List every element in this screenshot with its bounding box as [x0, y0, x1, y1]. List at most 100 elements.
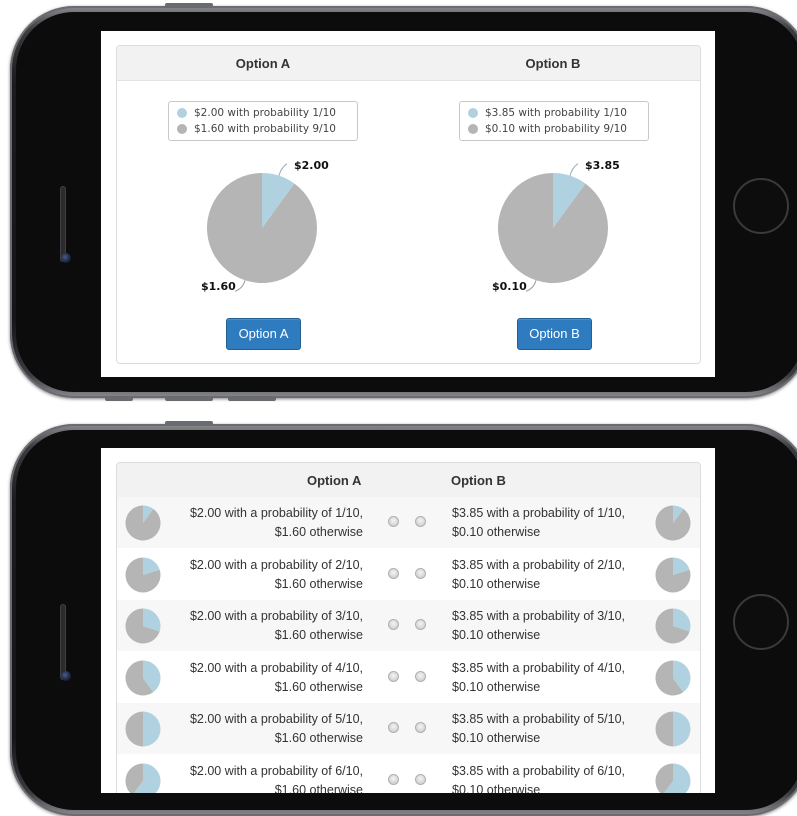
legend-label: $1.60 with probability 9/10 [194, 123, 336, 135]
pie-label-high: $3.85 [585, 161, 620, 172]
option-b-mini-pie [655, 660, 691, 695]
pie-leader-line [234, 280, 246, 292]
list-row: $2.00 with a probability of 5/10, $1.60 o… [117, 703, 700, 754]
phone-volume-button [165, 3, 213, 8]
option-a-line2: $1.60 otherwise [274, 628, 363, 642]
screen-choice-list: Option A Option B $2.00 with a probabili… [101, 448, 715, 793]
list-row: $2.00 with a probability of 1/10, $1.60 o… [117, 497, 700, 548]
option-a-line1: $2.00 with a probability of 5/10, [189, 712, 363, 726]
option-b-radio[interactable] [415, 670, 426, 682]
option-a-line2: $1.60 otherwise [274, 679, 363, 694]
option-a-radio[interactable] [388, 773, 399, 785]
pie-leader-line [525, 280, 537, 292]
legend-item: $1.60 with probability 9/10 [177, 121, 336, 137]
option-b-line1: $3.85 with a probability of 5/10, [452, 712, 626, 726]
option-b-mini-pie [655, 763, 691, 793]
phone-camera [61, 671, 71, 681]
option-b-line2: $0.10 otherwise [452, 525, 541, 539]
phone-speaker [60, 604, 66, 680]
option-a-line2: $1.60 otherwise [274, 782, 363, 794]
option-a-mini-pie [125, 557, 161, 592]
option-a-mini-pie [125, 763, 161, 793]
option-a-description: $2.00 with a probability of 2/10, $1.60 o… [177, 556, 363, 594]
option-a-line2: $1.60 otherwise [274, 576, 363, 591]
pie-label-high: $2.00 [294, 161, 329, 172]
pie-slice-high [673, 711, 691, 747]
option-a-radio[interactable] [388, 567, 399, 579]
option-a-mini-pie [125, 660, 161, 695]
legend-item: $2.00 with probability 1/10 [177, 105, 336, 121]
pie-leader-line [278, 163, 288, 176]
option-a-pie-chart: $2.00 $1.60 [201, 161, 329, 293]
header-option-b: Option B [451, 473, 506, 488]
phone-side-button [228, 396, 276, 401]
option-a-mini-pie [125, 608, 161, 644]
choice-panel-header: Option A Option B [117, 46, 700, 81]
pie-slice-high [143, 711, 161, 747]
option-b-radio[interactable] [415, 516, 426, 527]
legend-label: $0.10 with probability 9/10 [485, 123, 627, 135]
phone-speaker [60, 186, 66, 262]
pie-leader-line [569, 163, 579, 176]
option-b-description: $3.85 with a probability of 6/10, $0.10 o… [452, 762, 652, 794]
option-a-line1: $2.00 with a probability of 1/10, [189, 506, 363, 520]
option-b-radio[interactable] [415, 722, 426, 733]
option-a-button[interactable]: Option A [226, 318, 301, 350]
screen-single-choice: Option A Option B $2.00 with probability… [101, 31, 715, 377]
phone-side-button [165, 396, 213, 401]
phone-home-button [733, 178, 789, 234]
option-a-description: $2.00 with a probability of 4/10, $1.60 o… [177, 659, 363, 697]
pie-label-low: $1.60 [201, 280, 236, 293]
pie-slice-low [125, 711, 143, 747]
option-a-mini-pie [125, 505, 161, 541]
option-b-button[interactable]: Option B [517, 318, 592, 350]
phone-volume-button [165, 421, 213, 426]
option-a-radio[interactable] [388, 516, 399, 527]
header-option-a: Option A [307, 473, 362, 488]
option-b-line2: $0.10 otherwise [452, 731, 541, 745]
choice-list-panel: Option A Option B $2.00 with a probabili… [116, 462, 701, 793]
option-a-radio[interactable] [388, 670, 399, 682]
grey-dot-icon [177, 124, 187, 134]
option-a-radio[interactable] [388, 722, 399, 733]
list-row: $2.00 with a probability of 4/10, $1.60 o… [117, 652, 700, 703]
option-a-radio[interactable] [388, 619, 399, 630]
phone-camera [61, 253, 71, 263]
option-b-radio[interactable] [415, 773, 426, 785]
option-a-description: $2.00 with a probability of 6/10, $1.60 o… [177, 762, 363, 794]
option-a-mini-pie [125, 711, 161, 747]
option-b-description: $3.85 with a probability of 2/10, $0.10 o… [452, 556, 652, 594]
option-a-line2: $1.60 otherwise [274, 525, 363, 539]
option-b-description: $3.85 with a probability of 4/10, $0.10 o… [452, 659, 652, 697]
option-b-line1: $3.85 with a probability of 4/10, [452, 660, 626, 675]
option-a-line2: $1.60 otherwise [274, 731, 363, 745]
option-b-description: $3.85 with a probability of 3/10, $0.10 o… [452, 607, 652, 645]
option-a-title: Option A [235, 56, 291, 71]
grey-dot-icon [468, 124, 478, 134]
option-b-description: $3.85 with a probability of 1/10, $0.10 o… [452, 504, 652, 542]
option-b-line1: $3.85 with a probability of 2/10, [452, 557, 626, 572]
option-b-line1: $3.85 with a probability of 6/10, [452, 763, 626, 778]
option-a-line1: $2.00 with a probability of 3/10, [189, 609, 363, 623]
blue-dot-icon [177, 108, 187, 118]
option-b-line2: $0.10 otherwise [452, 782, 541, 794]
list-row: $2.00 with a probability of 3/10, $1.60 o… [117, 600, 700, 651]
option-b-line2: $0.10 otherwise [452, 628, 541, 642]
option-b-radio[interactable] [415, 567, 426, 579]
option-a-description: $2.00 with a probability of 5/10, $1.60 o… [177, 710, 363, 748]
option-b-line2: $0.10 otherwise [452, 576, 541, 591]
choice-list-header: Option A Option B [117, 463, 700, 497]
legend-label: $3.85 with probability 1/10 [485, 107, 627, 119]
option-b-title: Option B [525, 56, 581, 71]
pie-slice-low [655, 711, 673, 747]
option-b-mini-pie [655, 608, 691, 644]
list-row: $2.00 with a probability of 6/10, $1.60 o… [117, 755, 700, 794]
option-b-description: $3.85 with a probability of 5/10, $0.10 o… [452, 710, 652, 748]
phone-home-button [733, 594, 789, 650]
option-b-radio[interactable] [415, 619, 426, 630]
phone-side-button [105, 396, 133, 401]
option-b-line1: $3.85 with a probability of 1/10, [452, 506, 626, 520]
option-a-line1: $2.00 with a probability of 6/10, [189, 763, 363, 778]
list-row: $2.00 with a probability of 2/10, $1.60 o… [117, 549, 700, 600]
option-b-mini-pie [655, 711, 691, 747]
